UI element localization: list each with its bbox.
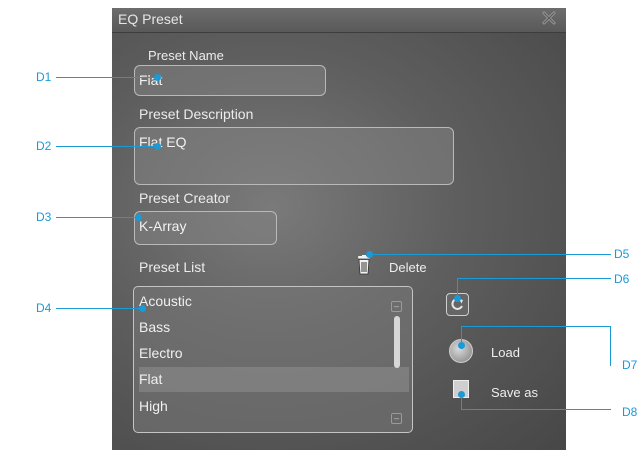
preset-list-label: Preset List [139,259,206,275]
preset-list[interactable]: Acoustic Bass Electro Flat High – – [133,286,413,433]
title-bar[interactable]: EQ Preset [112,8,566,33]
callout-d7-vline-right [610,326,611,366]
callout-d6-vline [457,278,458,298]
preset-list-item[interactable]: Electro [139,341,409,366]
preset-creator-input[interactable] [139,218,272,234]
callout-d1-dot [154,74,161,81]
preset-description-input[interactable]: Flat EQ [139,134,449,166]
callout-d8-line [461,409,611,410]
preset-list-item[interactable]: Acoustic [139,289,409,314]
preset-list-item-selected[interactable]: Flat [139,367,409,392]
preset-list-item[interactable]: High [139,394,409,419]
preset-creator-field[interactable] [134,211,277,245]
load-label[interactable]: Load [491,345,520,360]
callout-d7-label: D7 [622,358,638,372]
preset-list-item[interactable]: Bass [139,315,409,340]
eq-preset-dialog: EQ Preset Preset Name Preset Description… [112,8,566,450]
callout-d2-dot [154,143,161,150]
preset-description-label: Preset Description [139,106,254,122]
callout-d4-label: D4 [36,301,52,315]
close-icon[interactable] [541,10,557,26]
preset-creator-label: Preset Creator [139,190,231,206]
callout-d4-line [56,308,143,309]
callout-d7-vline [461,326,462,345]
preset-name-label: Preset Name [148,48,224,63]
preset-name-field[interactable] [134,65,326,96]
callout-d1-label: D1 [36,70,52,84]
callout-d3-dot [135,214,142,221]
callout-d2-line [56,146,158,147]
save-as-label[interactable]: Save as [491,385,538,400]
preset-name-input[interactable] [139,72,321,88]
delete-label[interactable]: Delete [389,260,427,275]
preset-description-field[interactable]: Flat EQ [134,127,454,185]
callout-d3-line [56,217,138,218]
callout-d1-line [56,77,158,78]
callout-d5-label: D5 [614,247,630,261]
callout-d7-line [461,326,611,327]
callout-d6-label: D6 [614,272,630,286]
callout-d3-label: D3 [36,210,52,224]
callout-d8-label: D8 [622,405,638,419]
trash-icon[interactable] [357,255,371,275]
scroll-up-button[interactable]: – [391,301,402,312]
callout-d5-line [369,254,611,255]
scrollbar-thumb[interactable] [394,316,400,368]
callout-d8-vline [461,394,462,409]
callout-d6-line [457,278,611,279]
scroll-down-button[interactable]: – [391,413,402,424]
callout-d2-label: D2 [36,139,52,153]
dialog-title: EQ Preset [118,11,183,27]
callout-d4-dot [139,305,146,312]
